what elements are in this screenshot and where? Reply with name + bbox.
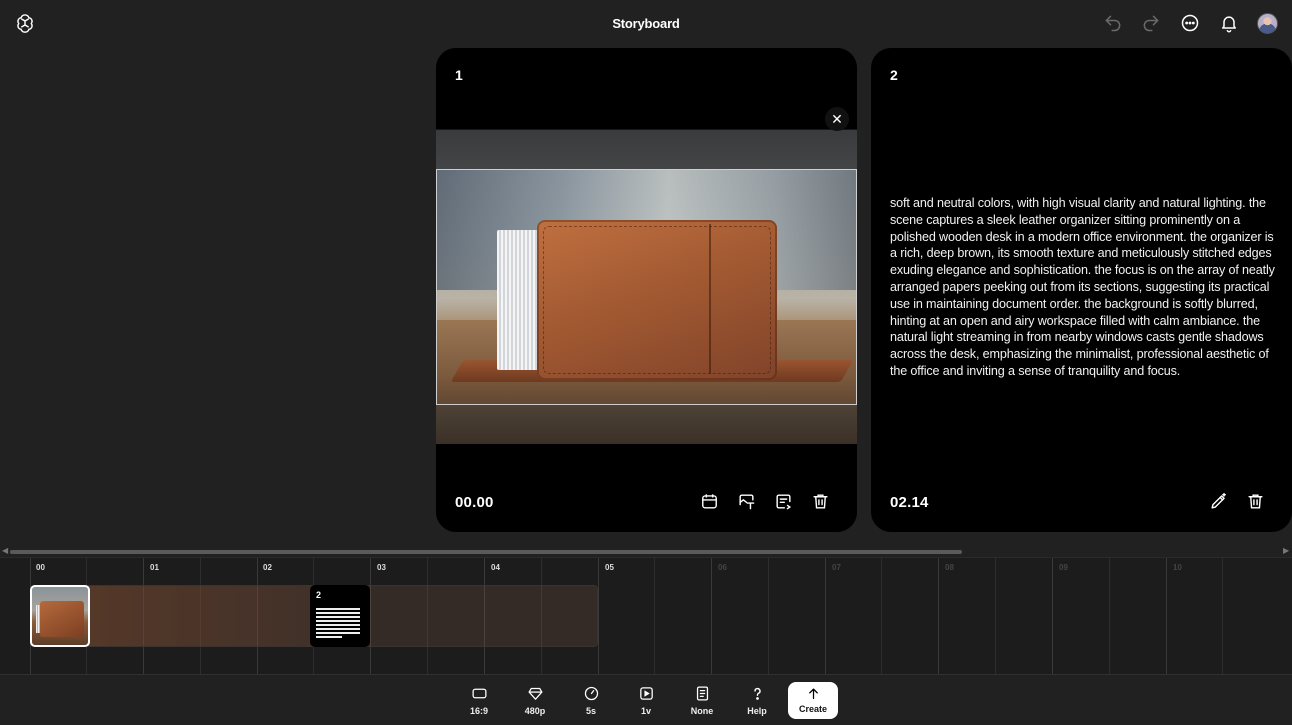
more-icon[interactable] — [1179, 12, 1201, 34]
clip-number: 2 — [316, 590, 322, 600]
clock-icon — [584, 686, 598, 701]
close-icon[interactable]: ✕ — [825, 107, 849, 131]
timeline-clip-2-thumbnail[interactable]: 2 — [310, 585, 370, 647]
aspect-ratio-icon — [471, 688, 487, 699]
storyboard-card-1[interactable]: 1 00.00 — [436, 48, 857, 532]
bottom-toolbar: 16:9 480p 5s 1v None Help Create — [0, 674, 1292, 725]
create-label: Create — [798, 704, 827, 714]
timeline-label: 03 — [377, 563, 386, 572]
timeline-label: 07 — [832, 563, 841, 572]
card-number: 2 — [890, 67, 898, 83]
timeline[interactable]: 00 01 02 03 04 05 06 07 08 09 10 2 — [0, 557, 1292, 675]
variations-button[interactable]: 1v — [626, 683, 666, 721]
card-prompt-text[interactable]: soft and neutral colors, with high visua… — [890, 195, 1276, 380]
card-image[interactable] — [436, 169, 857, 405]
duration-button[interactable]: 5s — [571, 683, 611, 721]
timeline-label: 04 — [491, 563, 500, 572]
card-timestamp: 00.00 — [455, 494, 494, 511]
create-button[interactable]: Create — [788, 682, 838, 719]
resolution-label: 480p — [524, 706, 546, 716]
text-lines-icon — [316, 608, 360, 640]
timeline-label: 06 — [718, 563, 727, 572]
undo-icon[interactable] — [1102, 12, 1124, 34]
timeline-label: 10 — [1173, 563, 1182, 572]
timeline-clip-1-thumbnail[interactable] — [30, 585, 90, 647]
help-button[interactable]: Help — [737, 683, 777, 721]
timeline-label: 09 — [1059, 563, 1068, 572]
preset-label: None — [690, 706, 714, 716]
aspect-ratio-button[interactable]: 16:9 — [459, 683, 499, 721]
scroll-left-icon[interactable]: ◀ — [2, 546, 8, 555]
avatar[interactable] — [1257, 13, 1278, 34]
page-title: Storyboard — [612, 16, 680, 31]
bell-icon[interactable] — [1218, 12, 1240, 34]
play-square-icon — [639, 687, 653, 700]
help-label: Help — [747, 706, 767, 716]
horizontal-scrollbar[interactable]: ◀ ▶ — [0, 546, 1292, 556]
scrollbar-thumb[interactable] — [10, 550, 962, 554]
arrow-up-icon — [808, 688, 818, 700]
preset-button[interactable]: None — [682, 683, 722, 721]
timeline-label: 02 — [263, 563, 272, 572]
document-icon — [696, 686, 708, 701]
edit-pencil-icon[interactable] — [1208, 491, 1229, 512]
scroll-right-icon[interactable]: ▶ — [1283, 546, 1289, 555]
diamond-icon — [527, 687, 543, 700]
aspect-ratio-label: 16:9 — [469, 706, 488, 716]
caption-icon[interactable] — [773, 491, 794, 512]
variations-label: 1v — [640, 706, 651, 716]
timeline-label: 08 — [945, 563, 954, 572]
timeline-label: 05 — [605, 563, 614, 572]
trash-icon[interactable] — [1245, 491, 1266, 512]
top-bar: Storyboard — [0, 0, 1292, 48]
image-text-icon[interactable] — [736, 491, 757, 512]
question-mark-icon — [753, 687, 761, 700]
card-toolbar — [699, 491, 831, 512]
redo-icon[interactable] — [1140, 12, 1162, 34]
duration-label: 5s — [585, 706, 596, 716]
resolution-button[interactable]: 480p — [515, 683, 555, 721]
timeline-label: 01 — [150, 563, 159, 572]
timeline-label: 00 — [36, 563, 45, 572]
trash-icon[interactable] — [810, 491, 831, 512]
card-timestamp: 02.14 — [890, 494, 929, 511]
card-number: 1 — [455, 67, 463, 83]
storyboard-card-2[interactable]: 2 soft and neutral colors, with high vis… — [871, 48, 1292, 532]
calendar-icon[interactable] — [699, 491, 720, 512]
card-toolbar — [1208, 491, 1266, 512]
